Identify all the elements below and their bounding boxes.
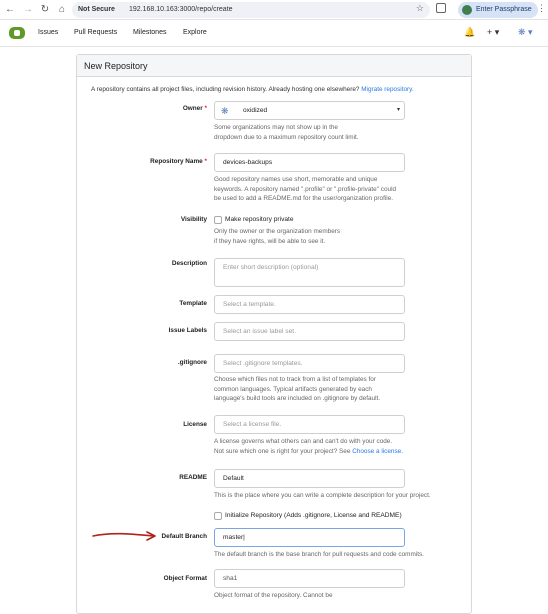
default-branch-help: The default branch is the base branch fo… [214,551,424,558]
readme-dropdown[interactable]: Default [214,469,405,488]
passphrase-icon [462,5,472,15]
user-avatar-icon[interactable]: ❋ ▾ [518,27,533,38]
issue-labels-label: Issue Labels [168,327,207,334]
object-format-label: Object Format [163,575,207,582]
owner-dropdown[interactable]: ❋ oxidized ▾ [214,101,405,120]
home-icon[interactable]: ⌂ [56,3,68,17]
repo-name-help: Good repository names use short, memorab… [214,176,397,203]
description-textarea[interactable]: Enter short description (optional) [214,258,405,287]
migrate-repository-link[interactable]: Migrate repository. [361,86,413,93]
enter-passphrase-button[interactable]: Enter Passphrase [458,2,538,18]
template-dropdown[interactable]: Select a template. [214,295,405,314]
repo-name-label: Repository Name * [150,158,207,165]
page-title: New Repository [77,55,471,77]
issue-labels-dropdown[interactable]: Select an issue label set. [214,322,405,341]
gitea-logo-icon[interactable] [9,27,25,39]
bookmark-star-icon[interactable]: ☆ [416,3,424,14]
nav-milestones[interactable]: Milestones [133,29,166,36]
license-dropdown[interactable]: Select a license file. [214,415,405,434]
private-checkbox[interactable] [214,216,222,224]
gitignore-dropdown[interactable]: Select .gitignore templates. [214,354,405,373]
not-secure-label[interactable]: Not Secure [78,4,115,16]
visibility-help: Only the owner or the organization membe… [214,228,341,245]
license-help: A license governs what others can and ca… [214,438,403,455]
choose-license-link[interactable]: Choose a license. [352,448,403,455]
reload-icon[interactable]: ↻ [39,3,51,17]
object-format-dropdown[interactable]: sha1 [214,569,405,588]
bell-icon[interactable]: 🔔 [464,27,475,38]
extensions-icon[interactable] [436,3,446,13]
annotation-arrow [92,531,156,541]
repo-name-input[interactable]: devices-backups [214,153,405,172]
private-checkbox-label[interactable]: Make repository private [225,216,294,223]
initialize-checkbox-label[interactable]: Initialize Repository (Adds .gitignore, … [225,512,402,519]
gitignore-help: Choose which files not to track from a l… [214,376,381,403]
intro-text: A repository contains all project files,… [91,86,414,93]
chevron-down-icon: ▾ [396,107,400,113]
org-avatar-icon: ❋ [221,106,229,116]
top-navbar: Issues Pull Requests Milestones Explore … [0,21,548,47]
owner-help: Some organizations may not show up in th… [214,124,359,141]
owner-label: Owner * [182,105,207,112]
template-label: Template [179,300,207,307]
description-label: Description [171,260,207,267]
gitignore-label: .gitignore [177,359,207,366]
back-arrow-icon[interactable]: ← [4,3,16,17]
default-branch-input[interactable]: master| [214,528,405,547]
forward-arrow-icon[interactable]: → [22,3,34,17]
address-bar[interactable]: Not Secure 192.168.10.163:3000/repo/crea… [72,2,430,18]
nav-explore[interactable]: Explore [183,29,207,36]
nav-issues[interactable]: Issues [38,29,58,36]
readme-label: README [179,474,207,481]
visibility-label: Visibility [180,216,207,223]
nav-pull-requests[interactable]: Pull Requests [74,29,117,36]
object-format-help: Object format of the repository. Cannot … [214,592,333,599]
browser-menu-icon[interactable]: ⋮ [537,3,546,14]
initialize-checkbox[interactable] [214,512,222,520]
url-text[interactable]: 192.168.10.163:3000/repo/create [129,4,233,16]
license-label: License [183,421,207,428]
readme-help: This is the place where you can write a … [214,492,431,499]
browser-toolbar: ← → ↻ ⌂ Not Secure 192.168.10.163:3000/r… [0,0,548,20]
create-plus-icon[interactable]: + ▾ [487,27,499,38]
